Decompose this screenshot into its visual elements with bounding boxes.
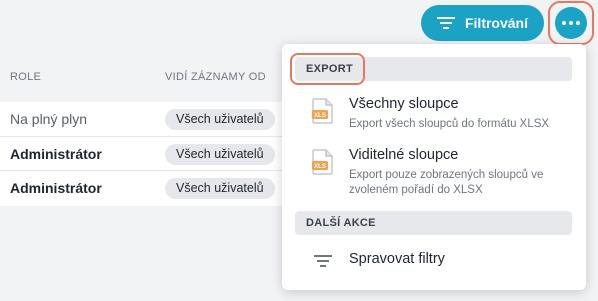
more-dots-icon [562,21,566,25]
filter-lines-icon [436,17,455,29]
table-row[interactable]: Na plný plyn Všech uživatelů [0,102,300,137]
table-body: Na plný plyn Všech uživatelů Administrát… [0,102,300,206]
visibility-badge: Všech uživatelů [165,109,275,130]
menu-item-title: Viditelné sloupce [349,147,459,163]
menu-item-manage-filters[interactable]: Spravovat filtry [295,249,572,273]
table-row[interactable]: Administrátor Všech uživatelů [0,137,300,171]
more-button-highlight [548,1,594,45]
table-row[interactable]: Administrátor Všech uživatelů [0,171,300,206]
role-cell: Administrátor [10,180,102,196]
column-header-role: ROLE [10,71,42,83]
xls-file-icon: XLS [312,149,333,175]
filter-button-label: Filtrování [464,15,528,31]
role-cell: Na plný plyn [10,111,88,127]
svg-text:XLS: XLS [314,164,326,170]
menu-item-export-all[interactable]: XLS Všechny sloupce Export všech sloupců… [295,96,572,136]
visibility-badge: Všech uživatelů [165,143,275,165]
xls-file-icon: XLS [312,98,333,124]
menu-item-description: Export pouze zobrazených sloupců ve zvol… [349,169,544,196]
role-cell: Administrátor [10,145,102,162]
more-actions-menu: EXPORT XLS Všechny sloupce Export všech … [282,44,586,290]
visibility-badge: Všech uživatelů [165,178,275,199]
table-header: ROLE VIDÍ ZÁZNAMY OD [0,60,300,94]
svg-text:XLS: XLS [314,113,326,119]
filter-lines-icon [314,255,332,267]
column-header-visible: VIDÍ ZÁZNAMY OD [165,71,266,83]
menu-item-export-visible[interactable]: XLS Viditelné sloupce Export pouze zobra… [295,147,572,199]
more-actions-button[interactable] [555,7,587,39]
menu-item-title: Všechny sloupce [349,96,459,112]
section-header-more-actions: DALŠÍ AKCE [295,211,572,235]
filter-button[interactable]: Filtrování [421,5,544,41]
export-highlight [290,53,365,85]
menu-item-title: Spravovat filtry [349,251,445,267]
menu-item-description: Export všech sloupců do formátu XLSX [349,118,550,130]
